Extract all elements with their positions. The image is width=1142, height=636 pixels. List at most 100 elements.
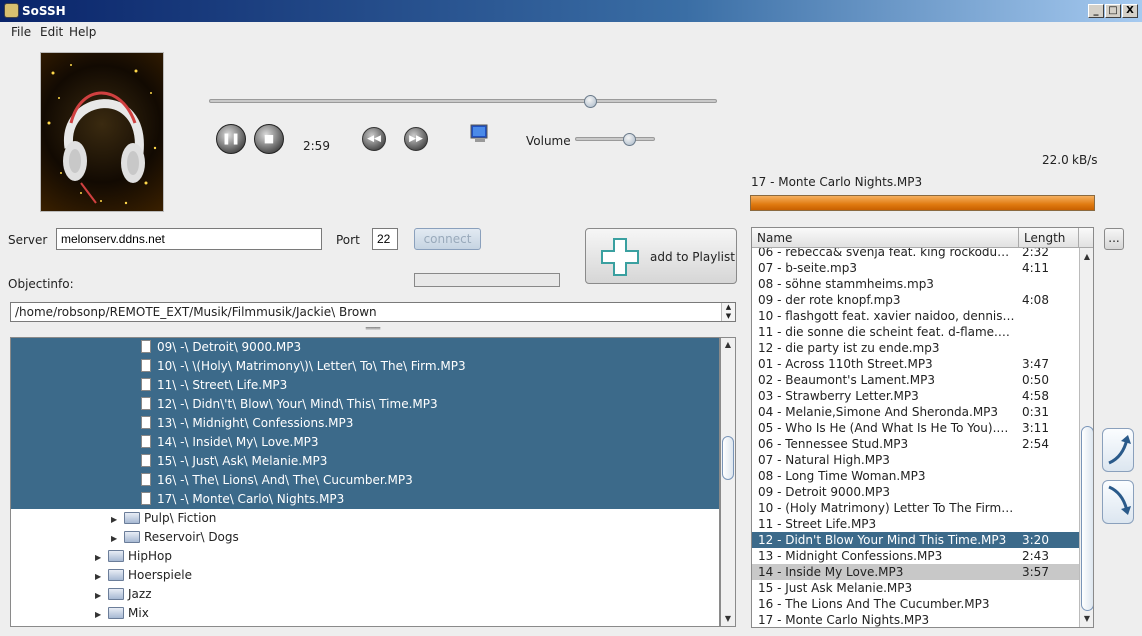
tree-file-row[interactable]: 09\ -\ Detroit\ 9000.MP3 [11, 338, 719, 357]
playlist-row[interactable]: 06 - Tennessee Stud.MP3 2:54 [752, 436, 1079, 452]
tree-folder-row[interactable]: ▶ HipHop [11, 547, 719, 567]
tree-item-label: 11\ -\ Street\ Life.MP3 [157, 378, 288, 392]
playlist-row[interactable]: 11 - die sonne die scheint feat. d-flame… [752, 324, 1079, 340]
playlist-row[interactable]: 06 - rebecca& svenja feat. king rockodub… [752, 248, 1079, 260]
playlist-row[interactable]: 09 - Detroit 9000.MP3 [752, 484, 1079, 500]
playlist-row[interactable]: 10 - (Holy Matrimony) Letter To The Firm… [752, 500, 1079, 516]
tree-folder-row[interactable]: ▶ Hoerspiele [11, 566, 719, 586]
playlist-scroll-down[interactable]: ▼ [1081, 612, 1093, 626]
minimize-button[interactable]: _ [1088, 4, 1104, 18]
tree-folder-row[interactable]: ▶ Jazz [11, 585, 719, 605]
playlist-scroll-thumb[interactable] [1081, 426, 1093, 611]
column-header-name[interactable]: Name [752, 228, 1019, 248]
close-button[interactable]: X [1122, 4, 1138, 18]
playlist-row[interactable]: 07 - b-seite.mp3 4:11 [752, 260, 1079, 276]
expand-arrow-icon[interactable]: ▶ [111, 529, 121, 548]
tree-item-label: Mix [128, 606, 149, 620]
tree-file-row[interactable]: 15\ -\ Just\ Ask\ Melanie.MP3 [11, 452, 719, 471]
previous-button[interactable]: ◀◀ [362, 127, 386, 151]
expand-arrow-icon[interactable]: ▶ [111, 510, 121, 529]
track-name: 14 - Inside My Love.MP3 [758, 565, 904, 579]
tree-file-row[interactable]: 11\ -\ Street\ Life.MP3 [11, 376, 719, 395]
playlist-row[interactable]: 03 - Strawberry Letter.MP3 4:58 [752, 388, 1079, 404]
path-field[interactable]: /home/robsonp/REMOTE_EXT/Musik/Filmmusik… [10, 302, 736, 322]
seek-slider[interactable] [209, 99, 717, 103]
playlist-row[interactable]: 12 - Didn't Blow Your Mind This Time.MP3… [752, 532, 1079, 548]
track-length: 2:43 [1022, 549, 1049, 563]
objectinfo-label: Objectinfo: [8, 277, 74, 291]
tree-folder-row[interactable]: ▶ Pulp\ Fiction [11, 509, 719, 529]
app-icon [4, 3, 19, 18]
tree-file-row[interactable]: 13\ -\ Midnight\ Confessions.MP3 [11, 414, 719, 433]
server-input[interactable] [56, 228, 322, 250]
playlist-scroll-up[interactable]: ▲ [1081, 250, 1093, 264]
file-icon [141, 359, 151, 372]
tree-file-row[interactable]: 10\ -\ \(Holy\ Matrimony\)\ Letter\ To\ … [11, 357, 719, 376]
playlist-row[interactable]: 13 - Midnight Confessions.MP3 2:43 [752, 548, 1079, 564]
file-icon [141, 340, 151, 353]
move-down-icon [1108, 485, 1131, 515]
expand-arrow-icon[interactable]: ▶ [95, 548, 105, 567]
volume-slider-knob[interactable] [623, 133, 637, 146]
playlist-row[interactable]: 09 - der rote knopf.mp3 4:08 [752, 292, 1079, 308]
playlist-row[interactable]: 16 - The Lions And The Cucumber.MP3 [752, 596, 1079, 612]
tree-file-row[interactable]: 17\ -\ Monte\ Carlo\ Nights.MP3 [11, 490, 719, 509]
stop-button[interactable]: ■ [254, 124, 284, 154]
playlist-row[interactable]: 08 - söhne stammheims.mp3 [752, 276, 1079, 292]
tree-file-row[interactable]: 14\ -\ Inside\ My\ Love.MP3 [11, 433, 719, 452]
track-name: 08 - söhne stammheims.mp3 [758, 277, 934, 291]
connect-button[interactable]: connect [414, 228, 481, 250]
next-button[interactable]: ▶▶ [404, 127, 428, 151]
previous-icon: ◀◀ [367, 134, 381, 144]
playlist-row[interactable]: 17 - Monte Carlo Nights.MP3 [752, 612, 1079, 627]
track-name: 06 - rebecca& svenja feat. king rockodub… [758, 248, 1016, 259]
tree-item-label: Pulp\ Fiction [144, 511, 217, 525]
pause-button[interactable]: ❚❚ [216, 124, 246, 154]
path-spinner[interactable]: ▲ ▼ [721, 303, 735, 321]
tree-scroll-down[interactable]: ▼ [722, 612, 734, 626]
playlist-row[interactable]: 05 - Who Is He (And What Is He To You).M… [752, 420, 1079, 436]
expand-arrow-icon[interactable]: ▶ [95, 605, 105, 624]
playlist-row[interactable]: 14 - Inside My Love.MP3 3:57 [752, 564, 1079, 580]
tree-folder-row[interactable]: ▶ Reservoir\ Dogs [11, 528, 719, 548]
menu-file[interactable]: File [11, 25, 31, 39]
playlist-scrollbar[interactable]: ▲ ▼ [1079, 248, 1093, 627]
playlist-row[interactable]: 15 - Just Ask Melanie.MP3 [752, 580, 1079, 596]
track-name: 03 - Strawberry Letter.MP3 [758, 389, 919, 403]
track-length: 3:57 [1022, 565, 1049, 579]
expand-arrow-icon[interactable]: ▶ [95, 586, 105, 605]
menu-help[interactable]: Help [69, 25, 96, 39]
playlist-menu-button[interactable]: ... [1104, 228, 1124, 250]
playlist-row[interactable]: 04 - Melanie,Simone And Sheronda.MP3 0:31 [752, 404, 1079, 420]
tree-file-row[interactable]: 12\ -\ Didn\'t\ Blow\ Your\ Mind\ This\ … [11, 395, 719, 414]
file-icon [141, 435, 151, 448]
tree-scrollbar[interactable]: ▲ ▼ [720, 337, 736, 627]
tree-file-row[interactable]: 16\ -\ The\ Lions\ And\ The\ Cucumber.MP… [11, 471, 719, 490]
playlist-row[interactable]: 01 - Across 110th Street.MP3 3:47 [752, 356, 1079, 372]
expand-arrow-icon[interactable]: ▶ [95, 567, 105, 586]
maximize-button[interactable]: □ [1105, 4, 1121, 18]
playlist-row[interactable]: 07 - Natural High.MP3 [752, 452, 1079, 468]
playlist-row[interactable]: 08 - Long Time Woman.MP3 [752, 468, 1079, 484]
track-name: 06 - Tennessee Stud.MP3 [758, 437, 909, 451]
move-up-button[interactable] [1102, 428, 1134, 472]
seek-slider-knob[interactable] [584, 95, 597, 108]
playlist-row[interactable]: 10 - flashgott feat. xavier naidoo, denn… [752, 308, 1079, 324]
split-pane-divider[interactable]: ═══ [10, 325, 736, 333]
move-down-button[interactable] [1102, 480, 1134, 524]
tree-scroll-thumb[interactable] [722, 436, 734, 480]
port-input[interactable] [372, 228, 398, 250]
monitor-button[interactable] [469, 123, 491, 145]
volume-slider[interactable] [575, 137, 655, 141]
playlist-row[interactable]: 11 - Street Life.MP3 [752, 516, 1079, 532]
tree-scroll-up[interactable]: ▲ [722, 338, 734, 352]
playlist-row[interactable]: 02 - Beaumont's Lament.MP3 0:50 [752, 372, 1079, 388]
playlist-table[interactable]: Name Length 06 - rebecca& svenja feat. k… [751, 227, 1094, 628]
playlist-row[interactable]: 12 - die party ist zu ende.mp3 [752, 340, 1079, 356]
playlist-rows: 06 - rebecca& svenja feat. king rockodub… [752, 248, 1079, 627]
column-header-length[interactable]: Length [1019, 228, 1079, 248]
menu-edit[interactable]: Edit [40, 25, 63, 39]
file-tree[interactable]: 09\ -\ Detroit\ 9000.MP3 10\ -\ \(Holy\ M… [10, 337, 720, 627]
add-to-playlist-button[interactable]: add to Playlist [585, 228, 737, 284]
tree-folder-row[interactable]: ▶ Mix [11, 604, 719, 624]
